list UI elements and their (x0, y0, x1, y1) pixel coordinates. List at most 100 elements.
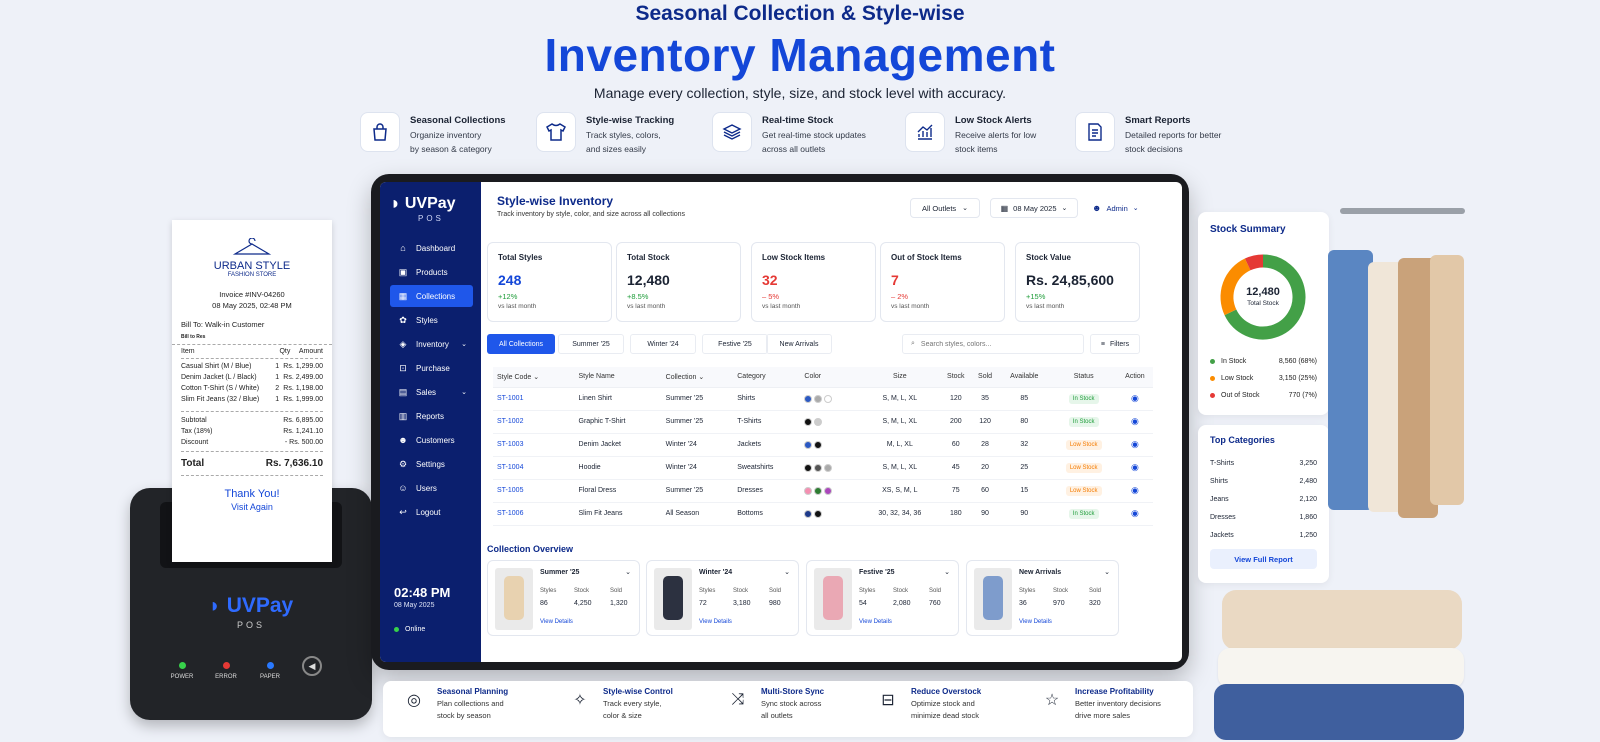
store-sub: FASHION STORE (227, 272, 277, 278)
view-details-link[interactable]: View Details (699, 619, 732, 625)
view-eye-icon[interactable]: ◉ (1116, 502, 1153, 526)
table-row[interactable]: ST-1001 Linen Shirt Summer '25 Shirts S, M, … (493, 387, 1153, 411)
color-swatch (804, 486, 813, 495)
tab-summer-25[interactable]: Summer '25 (558, 334, 624, 354)
star-icon: ☆ (1044, 692, 1060, 709)
category-row: Dresses 1,860 (1210, 513, 1317, 521)
view-details-link[interactable]: View Details (1019, 619, 1052, 625)
product-thumbnail (654, 568, 692, 630)
logout-icon: ↩ (399, 507, 407, 517)
beige-coat-garment (1430, 255, 1464, 505)
color-swatch (814, 509, 823, 518)
share-icon: ⤨ (731, 691, 745, 708)
invoice-datetime: 08 May 2025, 02:48 PM (212, 301, 292, 310)
app-logo-sub: POS (418, 214, 444, 223)
chevron-down-icon[interactable]: ⌄ (784, 568, 790, 576)
bill-details: Bill to Res (181, 334, 206, 340)
invoice-number: Invoice #INV-04260 (219, 290, 285, 299)
benefit-seasonal-planning: ◎ Seasonal Planning Plan collections and st… (401, 687, 508, 722)
user-icon: ☻ (1092, 203, 1102, 213)
sidebar-item-reports[interactable]: ▥ Reports (390, 405, 473, 427)
view-eye-icon[interactable]: ◉ (1116, 479, 1153, 503)
chevron-down-icon: ⌄ (1132, 205, 1139, 212)
sidebar-item-styles[interactable]: ✿ Styles (390, 309, 473, 331)
stock-summary-panel: Stock Summary 12,480 Total Stock In Stoc… (1198, 212, 1329, 415)
view-eye-icon[interactable]: ◉ (1116, 456, 1153, 480)
product-thumbnail (814, 568, 852, 630)
sidebar-item-logout[interactable]: ↩ Logout (390, 501, 473, 523)
donut-center-value: 12,480 (1246, 286, 1280, 298)
app-screen: ◗ UVPay POS ⌂ Dashboard ▣ Products ▦ Collec… (380, 182, 1182, 662)
sidebar-item-users[interactable]: ☺ Users (390, 477, 473, 499)
col-style-code[interactable]: Style Code ⌄ (493, 367, 579, 388)
collection-card[interactable]: Summer '25 ⌄ Styles Stock Sold 86 4,250 1,320 Vi… (487, 560, 640, 636)
chevron-down-icon[interactable]: ⌄ (944, 568, 950, 576)
collection-card[interactable]: New Arrivals ⌄ Styles Stock Sold 36 970 320 View… (966, 560, 1119, 636)
feature-realtime-stock: Real-time Stock Get real-time stock updat… (712, 112, 866, 162)
page-subtitle: Manage every collection, style, size, an… (593, 85, 1007, 101)
table-row[interactable]: ST-1003 Denim Jacket Winter '24 Jackets M, L… (493, 433, 1153, 457)
tab-winter-24[interactable]: Winter '24 (630, 334, 696, 354)
sidebar-item-customers[interactable]: ☻ Customers (390, 429, 473, 451)
table-row[interactable]: ST-1004 Hoodie Winter '24 Sweatshirts S, M, … (493, 456, 1153, 480)
view-eye-icon[interactable]: ◉ (1116, 387, 1153, 411)
product-thumbnail (495, 568, 533, 630)
tab-all-collections[interactable]: All Collections (487, 334, 555, 354)
gear-icon: ⚙ (398, 459, 408, 469)
printer-brand-sub: POS (236, 620, 265, 630)
search-input[interactable] (920, 340, 1071, 348)
benefit-style-control: ✧ Style-wise Control Track every style, col… (567, 687, 673, 722)
sidebar-item-settings[interactable]: ⚙ Settings (390, 453, 473, 475)
stat-out-of-stock: Out of Stock Items 7– 2% vs last month (880, 242, 1005, 322)
sidebar-item-dashboard[interactable]: ⌂ Dashboard (390, 237, 473, 259)
folded-jeans-stack (1214, 684, 1464, 740)
sidebar-nav: ⌂ Dashboard ▣ Products ▦ Collections ✿ Style… (380, 237, 481, 525)
sidebar-item-inventory[interactable]: ◈ Inventory ⌄ (390, 333, 473, 355)
screen-subtitle: Track inventory by style, color, and siz… (497, 211, 686, 218)
status-badge: In Stock (1068, 416, 1099, 427)
table-row[interactable]: ST-1005 Floral Dress Summer '25 Dresses XS, … (493, 479, 1153, 503)
feature-low-stock-alerts: Low Stock Alerts Receive alerts for low st… (905, 112, 1036, 162)
table-row[interactable]: ST-1006 Slim Fit Jeans All Season Bottoms 30… (493, 502, 1153, 526)
view-details-link[interactable]: View Details (540, 619, 573, 625)
sidebar: ◗ UVPay POS ⌂ Dashboard ▣ Products ▦ Collec… (380, 182, 481, 662)
tab-festive-25[interactable]: Festive '25 (702, 334, 768, 354)
sidebar-item-products[interactable]: ▣ Products (390, 261, 473, 283)
view-eye-icon[interactable]: ◉ (1116, 410, 1153, 434)
table-row[interactable]: ST-1002 Graphic T-Shirt Summer '25 T-Shirts… (493, 410, 1153, 434)
category-row: Jackets 1,250 (1210, 531, 1317, 539)
receipt-thanks: Thank You! (224, 488, 280, 500)
chevron-down-icon[interactable]: ⌄ (625, 568, 631, 576)
collection-card[interactable]: Festive '25 ⌄ Styles Stock Sold 54 2,080 760 Vie… (806, 560, 959, 636)
sidebar-item-purchase[interactable]: ⊡ Purchase (390, 357, 473, 379)
chevron-down-icon: ⌄ (962, 205, 969, 212)
grid-icon: ▦ (398, 291, 408, 301)
receipt-item: Cotton T-Shirt (S / White) 2 Rs. 1,198.00 (181, 385, 323, 392)
status-badge: Low Stock (1065, 485, 1102, 496)
outlet-select[interactable]: All Outlets ⌄ (910, 198, 980, 218)
color-swatch (824, 394, 833, 403)
color-swatch (804, 463, 813, 472)
calendar-icon: ▦ (1000, 203, 1009, 213)
sidebar-item-sales[interactable]: ▤ Sales ⌄ (390, 381, 473, 403)
collection-card[interactable]: Winter '24 ⌄ Styles Stock Sold 72 3,180 980 View… (646, 560, 799, 636)
receipt: URBAN STYLE FASHION STORE Invoice #INV-0… (172, 220, 332, 562)
view-full-report-button[interactable]: View Full Report (1210, 549, 1317, 569)
clock-time: 02:48 PM (394, 585, 451, 600)
view-details-link[interactable]: View Details (859, 619, 892, 625)
speaker-icon[interactable]: ◀ (302, 656, 322, 676)
filters-button[interactable]: ≡ Filters (1090, 334, 1140, 354)
chevron-down-icon[interactable]: ⌄ (1104, 568, 1110, 576)
sidebar-item-collections[interactable]: ▦ Collections (390, 285, 473, 307)
printer-lights: POWER ERROR PAPER (170, 662, 282, 680)
hanger-icon (172, 237, 332, 258)
legend-in-stock: In Stock 8,560 (68%) (1198, 353, 1329, 370)
receipt-item: Slim Fit Jeans (32 / Blue) 1 Rs. 1,999.00 (181, 396, 323, 403)
date-select[interactable]: ▦ 08 May 2025 ⌄ (990, 198, 1078, 218)
user-menu[interactable]: ☻ Admin ⌄ (1092, 198, 1150, 218)
status-badge: In Stock (1068, 393, 1099, 404)
search-box[interactable]: ⌕ (902, 334, 1084, 354)
view-eye-icon[interactable]: ◉ (1116, 433, 1153, 457)
inventory-table: Style Code ⌄ Style Name Collection ⌄ Cat… (493, 367, 1153, 526)
tab-new-arrivals[interactable]: New Arrivals (766, 334, 832, 354)
